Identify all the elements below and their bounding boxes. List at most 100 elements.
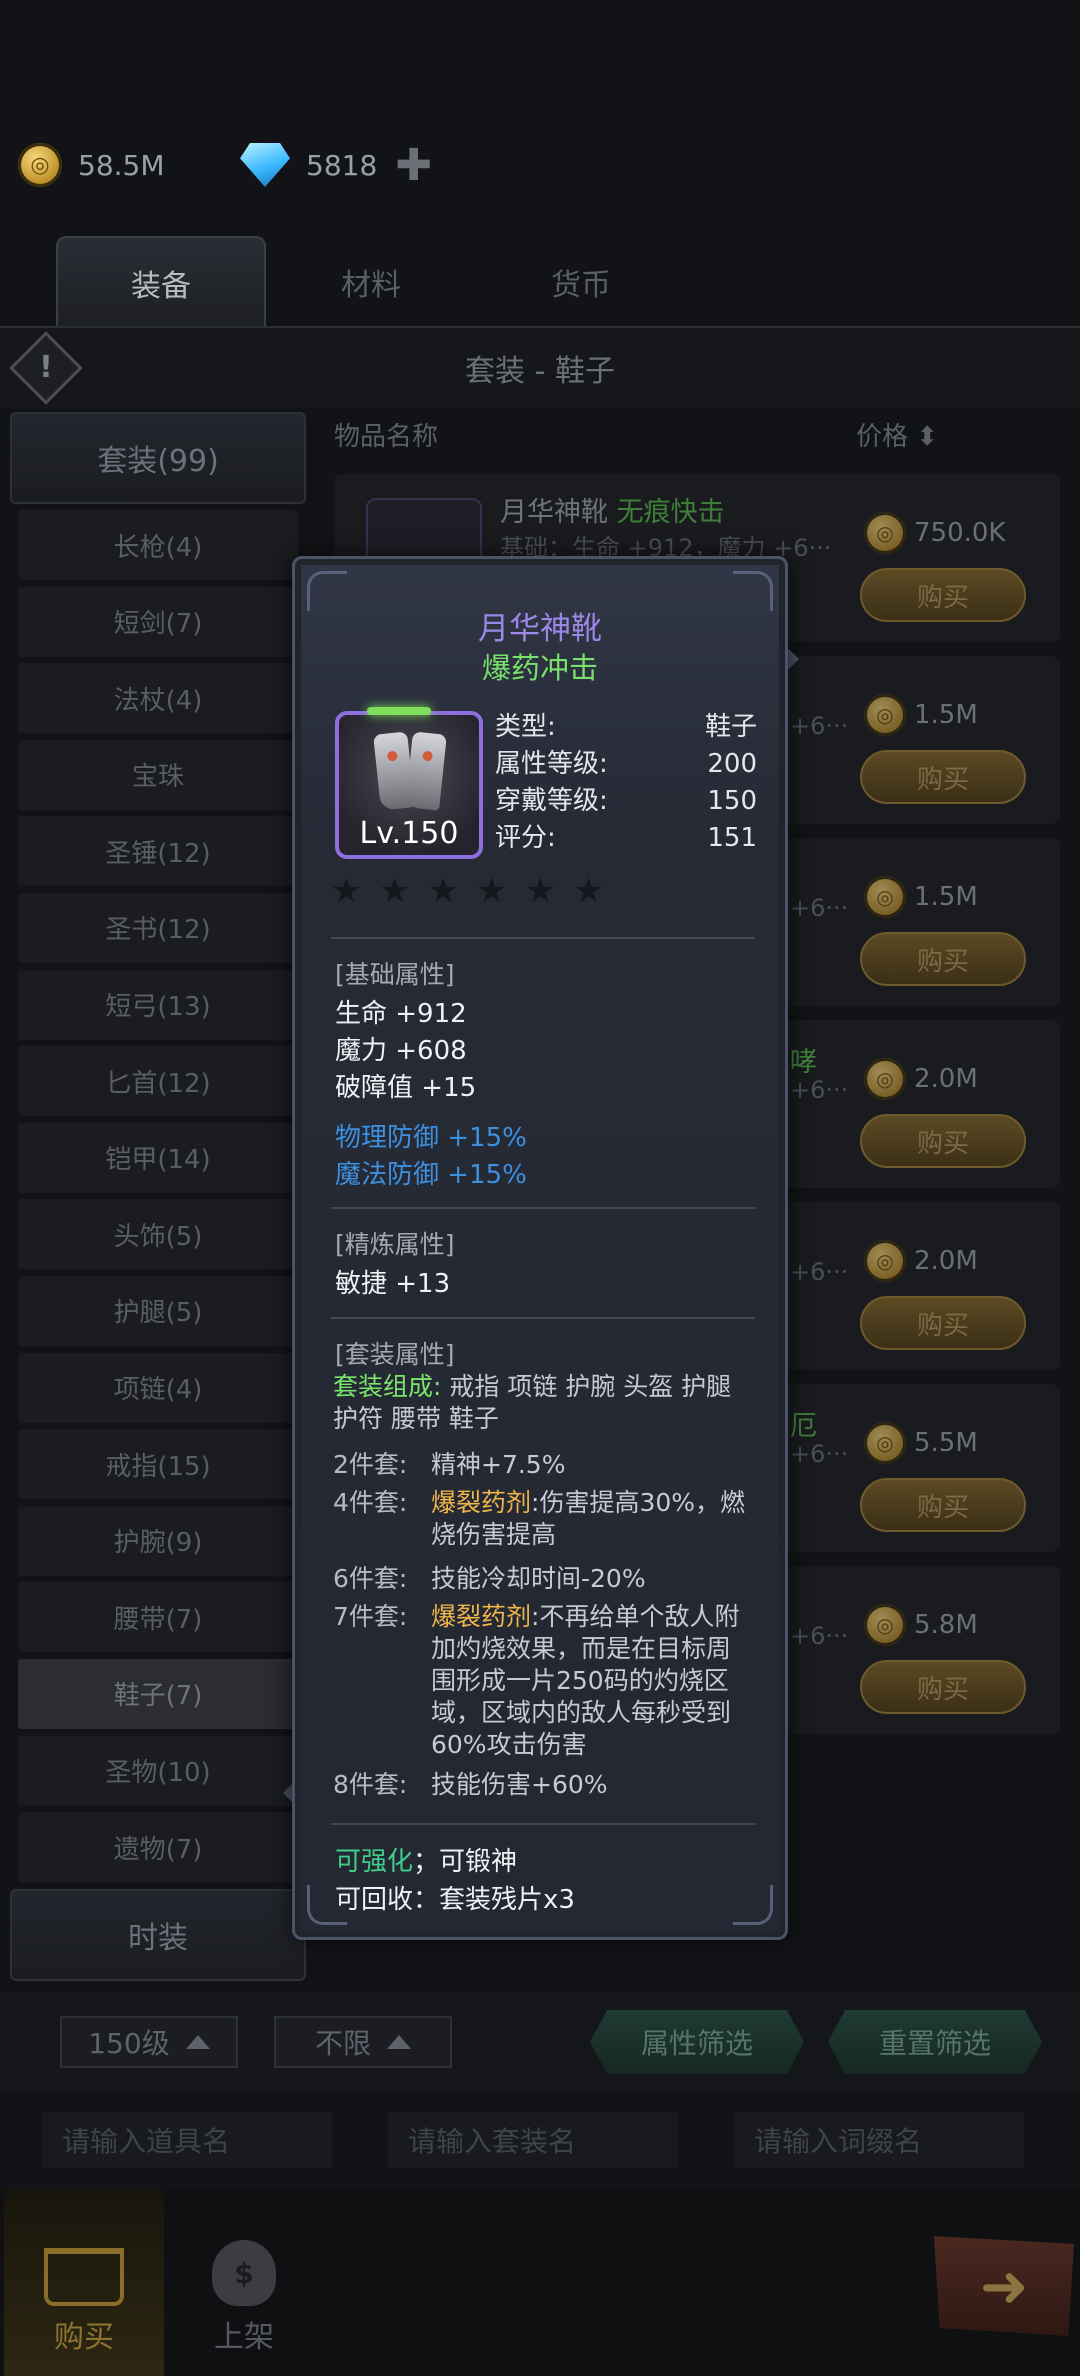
tab-materials[interactable]: 材料: [266, 236, 476, 328]
price-value: 1.5M: [914, 882, 978, 912]
affix-search-input[interactable]: 请输入词缀名: [734, 2112, 1024, 2168]
reset-filter-button[interactable]: 重置筛选: [828, 2010, 1042, 2074]
stat-value: 150: [707, 786, 757, 816]
set-bonus-6: 6件套: 技能冷却时间-20%: [333, 1563, 753, 1595]
sidebar-item-hammer[interactable]: 圣锤(12): [18, 816, 298, 887]
base-stat-line: 破障值 +15: [335, 1073, 477, 1103]
price-value: 1.5M: [914, 700, 978, 730]
next-arrow-icon[interactable]: ➜: [934, 2236, 1074, 2336]
column-price-label: 价格: [856, 422, 909, 452]
gold-coin-icon: ◎: [864, 876, 906, 918]
sidebar-item-shortsword[interactable]: 短剑(7): [18, 586, 298, 657]
nav-buy-label: 购买: [54, 2320, 114, 2355]
sidebar-item-holybook[interactable]: 圣书(12): [18, 892, 298, 963]
buy-button[interactable]: 购买: [860, 1114, 1026, 1168]
cart-icon: [44, 2248, 124, 2306]
tab-currency[interactable]: 货币: [476, 236, 686, 328]
set-composition: 套装组成: 戒指 项链 护腕 头盔 护腿 护符 腰带 鞋子: [333, 1371, 753, 1435]
column-price[interactable]: 价格 ⬍: [856, 416, 938, 453]
sidebar-item-legacy[interactable]: 遗物(7): [18, 1812, 298, 1883]
buy-button[interactable]: 购买: [860, 1478, 1026, 1532]
sidebar-item-spear[interactable]: 长枪(4): [18, 510, 298, 580]
gem-display: 5818 ✚: [240, 130, 432, 200]
set-bonus-text: 技能冷却时间-20%: [431, 1564, 646, 1593]
item-affix: 无痕快击: [616, 497, 725, 528]
nav-sell[interactable]: $ 上架: [164, 2190, 324, 2376]
item-affix: 哮: [790, 1047, 817, 1078]
stat-type: 类型: 鞋子: [495, 709, 757, 746]
item-price: ◎ 1.5M: [864, 876, 978, 918]
set-bonus-label: 4件套:: [333, 1488, 408, 1517]
set-composition-label: 套装组成:: [333, 1372, 442, 1401]
price-value: 750.0K: [914, 518, 1006, 548]
item-name-text: 月华神靴: [500, 497, 608, 528]
nav-buy[interactable]: 购买: [4, 2190, 164, 2376]
stat-value: 151: [707, 823, 757, 853]
chevron-up-icon: [387, 2035, 411, 2049]
sidebar-item-armor[interactable]: 铠甲(14): [18, 1122, 298, 1193]
price-value: 2.0M: [914, 1064, 978, 1094]
stat-value: 鞋子: [704, 712, 757, 742]
sort-icon[interactable]: ⬍: [916, 422, 938, 452]
ornament: [733, 1885, 773, 1925]
price-value: 5.8M: [914, 1610, 978, 1640]
refine-stat-line: 敏捷 +13: [335, 1269, 451, 1299]
buy-button[interactable]: 购买: [860, 1296, 1026, 1350]
stat-label: 评分:: [495, 823, 556, 853]
buy-button[interactable]: 购买: [860, 750, 1026, 804]
set-bonus-label: 7件套:: [333, 1602, 408, 1631]
gold-coin-icon: ◎: [864, 1422, 906, 1464]
stat-label: 属性等级:: [495, 749, 608, 779]
sidebar-item-legguard[interactable]: 护腿(5): [18, 1275, 298, 1346]
buy-button[interactable]: 购买: [860, 932, 1026, 986]
sidebar-head-set[interactable]: 套装(99): [10, 412, 306, 504]
sidebar-foot-fashion[interactable]: 时装: [10, 1888, 306, 1981]
add-gems-icon[interactable]: ✚: [395, 140, 432, 191]
sidebar-item-ring[interactable]: 戒指(15): [18, 1429, 298, 1500]
page-title: 套装 - 鞋子: [465, 354, 615, 389]
category-sidebar: 套装(99) 长枪(4) 短剑(7) 法杖(4) 宝珠 圣锤(12) 圣书(12…: [10, 412, 306, 1981]
divider: [331, 1317, 755, 1319]
defense-stat-line: 魔法防御 +15%: [335, 1160, 527, 1190]
item-summary: +6···: [790, 894, 849, 922]
defense-stat-line: 物理防御 +15%: [335, 1123, 527, 1153]
sidebar-item-shortbow[interactable]: 短弓(13): [18, 969, 298, 1040]
chevron-up-icon: [185, 2035, 210, 2049]
sidebar-item-orb[interactable]: 宝珠: [18, 739, 298, 810]
recycle-info: 可回收：套装残片x3: [335, 1885, 575, 1915]
nav-sell-label: 上架: [214, 2320, 274, 2355]
sidebar-item-necklace[interactable]: 项链(4): [18, 1352, 298, 1423]
sidebar-item-bracer[interactable]: 护腕(9): [18, 1505, 298, 1576]
refine-attributes-title: [精炼属性]: [335, 1230, 455, 1259]
sidebar-item-shoes[interactable]: 鞋子(7): [18, 1658, 298, 1729]
set-name-search-input[interactable]: 请输入套装名: [388, 2112, 678, 2168]
sidebar-item-staff[interactable]: 法杖(4): [18, 663, 298, 734]
set-bonus-key: 爆裂药剂: [431, 1602, 532, 1631]
level-select[interactable]: 150级: [60, 2016, 238, 2068]
set-bonus-label: 2件套:: [333, 1450, 408, 1479]
item-name-search-input[interactable]: 请输入道具名: [42, 2112, 332, 2168]
star-icon: ★: [476, 871, 507, 911]
price-value: 2.0M: [914, 1246, 978, 1276]
sidebar-item-dagger[interactable]: 匕首(12): [18, 1046, 298, 1117]
attribute-filter-button[interactable]: 属性筛选: [590, 2010, 804, 2074]
sidebar-item-relic[interactable]: 圣物(10): [18, 1735, 298, 1806]
limit-select[interactable]: 不限: [274, 2016, 452, 2068]
divider: [331, 1823, 755, 1825]
column-item-name: 物品名称: [334, 422, 439, 452]
set-attributes-title: [套装属性]: [335, 1340, 455, 1369]
tab-equipment[interactable]: 装备: [56, 236, 266, 328]
buy-button[interactable]: 购买: [860, 568, 1026, 622]
item-stats: 类型: 鞋子 属性等级: 200 穿戴等级: 150 评分: 151: [495, 709, 757, 857]
stat-attr-level: 属性等级: 200: [495, 746, 757, 783]
sidebar-item-belt[interactable]: 腰带(7): [18, 1582, 298, 1653]
item-tooltip: 月华神靴 爆药冲击 Lv.150 类型: 鞋子 属性等级: 200 穿戴等级: 150…: [292, 556, 788, 1940]
buy-button[interactable]: 购买: [860, 1660, 1026, 1714]
boots-icon: Lv.150: [335, 707, 483, 859]
sidebar-item-headwear[interactable]: 头饰(5): [18, 1199, 298, 1270]
stat-label: 穿戴等级:: [495, 786, 608, 816]
stat-value: 200: [707, 749, 757, 779]
gold-amount: 58.5M: [78, 148, 165, 182]
bottom-nav: 购买 $ 上架: [0, 2190, 1080, 2376]
set-bonus-text: 技能伤害+60%: [431, 1770, 608, 1799]
